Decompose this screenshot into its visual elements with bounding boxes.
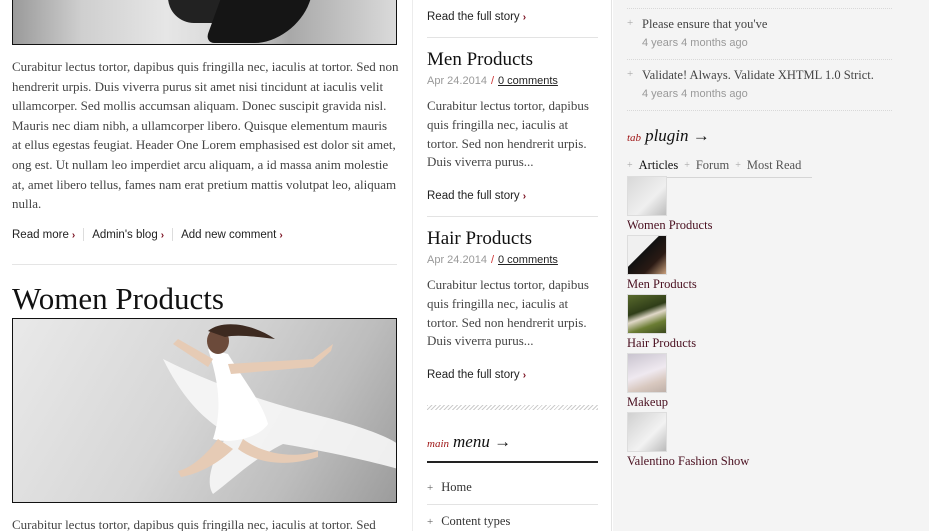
- menu-item-label: Content types: [441, 514, 511, 528]
- post-teaser-title[interactable]: Men Products: [427, 49, 599, 71]
- article-thumbnail[interactable]: [627, 412, 667, 452]
- meta-separator: /: [490, 75, 494, 87]
- recent-comment-link[interactable]: Validate! Always. Validate XHTML 1.0 Str…: [642, 68, 892, 83]
- article-paragraph: Curabitur lectus tortor, dapibus quis fr…: [12, 59, 399, 212]
- read-more-label: Read more: [12, 228, 69, 241]
- plus-icon: +: [735, 160, 741, 171]
- plus-icon: +: [627, 68, 634, 80]
- article-link[interactable]: Hair Products: [627, 336, 827, 351]
- plugin-heading-big: plugin →: [645, 126, 710, 145]
- heading-underline: [427, 461, 598, 463]
- tab-label: Most Read: [746, 158, 802, 172]
- plugin-heading: tab plugin →: [627, 126, 710, 146]
- divider: [427, 216, 598, 217]
- comments-link[interactable]: 0 comments: [498, 75, 558, 87]
- recent-comment-time: 4 years 4 months ago: [642, 88, 748, 100]
- article-links: Read more › Admin's blog › Add new comment…: [12, 228, 283, 241]
- article-list-item: Women Products: [627, 176, 827, 233]
- add-comment-label: Add new comment: [181, 228, 277, 241]
- right-sidebar: + Please ensure that you've 4 years 4 mo…: [613, 0, 929, 531]
- tab-most-read[interactable]: + Most Read: [735, 158, 801, 177]
- recent-comment: + Validate! Always. Validate XHTML 1.0 S…: [627, 68, 892, 100]
- chevron-right-icon: ›: [522, 370, 527, 381]
- recent-comment-time: 4 years 4 months ago: [642, 37, 748, 49]
- post-teaser-text: Curabitur lectus tortor, dapibus quis fr…: [427, 277, 589, 349]
- plus-icon: +: [627, 17, 634, 29]
- menu-item-content-types[interactable]: + Content types: [427, 514, 598, 529]
- recent-comment: + Please ensure that you've 4 years 4 mo…: [627, 17, 892, 49]
- add-comment-link[interactable]: Add new comment ›: [181, 229, 283, 241]
- chevron-right-icon: ›: [522, 12, 527, 23]
- comments-link[interactable]: 0 comments: [498, 254, 558, 266]
- menu-heading: main menu →: [427, 432, 511, 452]
- read-full-story-label: Read the full story: [427, 190, 520, 202]
- divider: [172, 228, 174, 241]
- article-link[interactable]: Makeup: [627, 395, 827, 410]
- plus-icon: +: [627, 160, 633, 171]
- menu-item-home[interactable]: + Home: [427, 480, 598, 495]
- chevron-right-icon: ›: [71, 229, 76, 241]
- article-list-item: Makeup: [627, 353, 827, 410]
- read-more-link[interactable]: Read more ›: [12, 229, 75, 241]
- read-full-story-link[interactable]: Read the full story ›: [427, 11, 526, 23]
- middle-sidebar: Read the full story › Men Products Apr 24…: [412, 0, 612, 531]
- divider: [427, 504, 598, 505]
- post-teaser-text: Curabitur lectus tortor, dapibus quis fr…: [427, 98, 589, 170]
- divider: [627, 8, 892, 9]
- divider: [83, 228, 85, 241]
- post-teaser-title[interactable]: Hair Products: [427, 228, 599, 250]
- plus-icon: +: [684, 160, 690, 171]
- tab-forum[interactable]: + Forum: [684, 158, 729, 177]
- article-thumbnail[interactable]: [627, 176, 667, 216]
- article-link[interactable]: Valentino Fashion Show: [627, 454, 827, 469]
- menu-item-label: Home: [441, 480, 472, 494]
- divider: [427, 37, 598, 38]
- post-date: Apr 24.2014: [427, 75, 487, 87]
- recent-comment-link[interactable]: Please ensure that you've: [642, 17, 892, 32]
- plus-icon: +: [427, 516, 434, 528]
- tab-articles[interactable]: + Articles: [627, 158, 678, 177]
- divider: [627, 59, 892, 60]
- tab-label: Articles: [638, 158, 679, 172]
- article-list-item: Valentino Fashion Show: [627, 412, 827, 469]
- read-full-story-link[interactable]: Read the full story ›: [427, 190, 526, 202]
- article-paragraph: Curabitur lectus tortor, dapibus quis fr…: [12, 517, 376, 531]
- menu-heading-small: main: [427, 438, 449, 450]
- divider: [12, 264, 397, 265]
- read-full-story-label: Read the full story: [427, 11, 520, 23]
- article-thumbnail[interactable]: [627, 294, 667, 334]
- article-thumbnail[interactable]: [627, 353, 667, 393]
- article-list-item: Men Products: [627, 235, 827, 292]
- chevron-right-icon: ›: [279, 229, 283, 241]
- post-teaser: Men Products Apr 24.2014/ 0 comments Cura…: [427, 49, 599, 172]
- dancer-photo: [163, 324, 396, 494]
- menu-heading-big: menu →: [453, 432, 512, 451]
- post-title[interactable]: Women Products: [12, 281, 224, 317]
- article-link[interactable]: Women Products: [627, 218, 827, 233]
- admin-blog-link[interactable]: Admin's blog ›: [92, 229, 164, 241]
- divider: [627, 110, 892, 111]
- hatched-divider: [427, 405, 598, 410]
- article-link[interactable]: Men Products: [627, 277, 827, 292]
- article-top-image[interactable]: [12, 0, 397, 45]
- article-list-item: Hair Products: [627, 294, 827, 351]
- post-date: Apr 24.2014: [427, 254, 487, 266]
- post-image[interactable]: [12, 318, 397, 503]
- meta-separator: /: [490, 254, 494, 266]
- read-full-story-label: Read the full story: [427, 369, 520, 381]
- read-full-story-link[interactable]: Read the full story ›: [427, 369, 526, 381]
- admin-blog-label: Admin's blog: [92, 228, 158, 241]
- article-thumbnail[interactable]: [627, 235, 667, 275]
- chevron-right-icon: ›: [522, 191, 527, 202]
- plugin-heading-small: tab: [627, 132, 642, 144]
- plugin-tabs: + Articles + Forum + Most Read: [627, 158, 812, 178]
- tab-label: Forum: [695, 158, 730, 172]
- plus-icon: +: [427, 482, 434, 494]
- main-content: Curabitur lectus tortor, dapibus quis fr…: [0, 0, 412, 531]
- image-detail: [204, 0, 312, 43]
- chevron-right-icon: ›: [160, 229, 165, 241]
- post-meta: Apr 24.2014/ 0 comments: [427, 75, 599, 87]
- post-teaser: Hair Products Apr 24.2014/ 0 comments Cur…: [427, 228, 599, 351]
- post-meta: Apr 24.2014/ 0 comments: [427, 254, 599, 266]
